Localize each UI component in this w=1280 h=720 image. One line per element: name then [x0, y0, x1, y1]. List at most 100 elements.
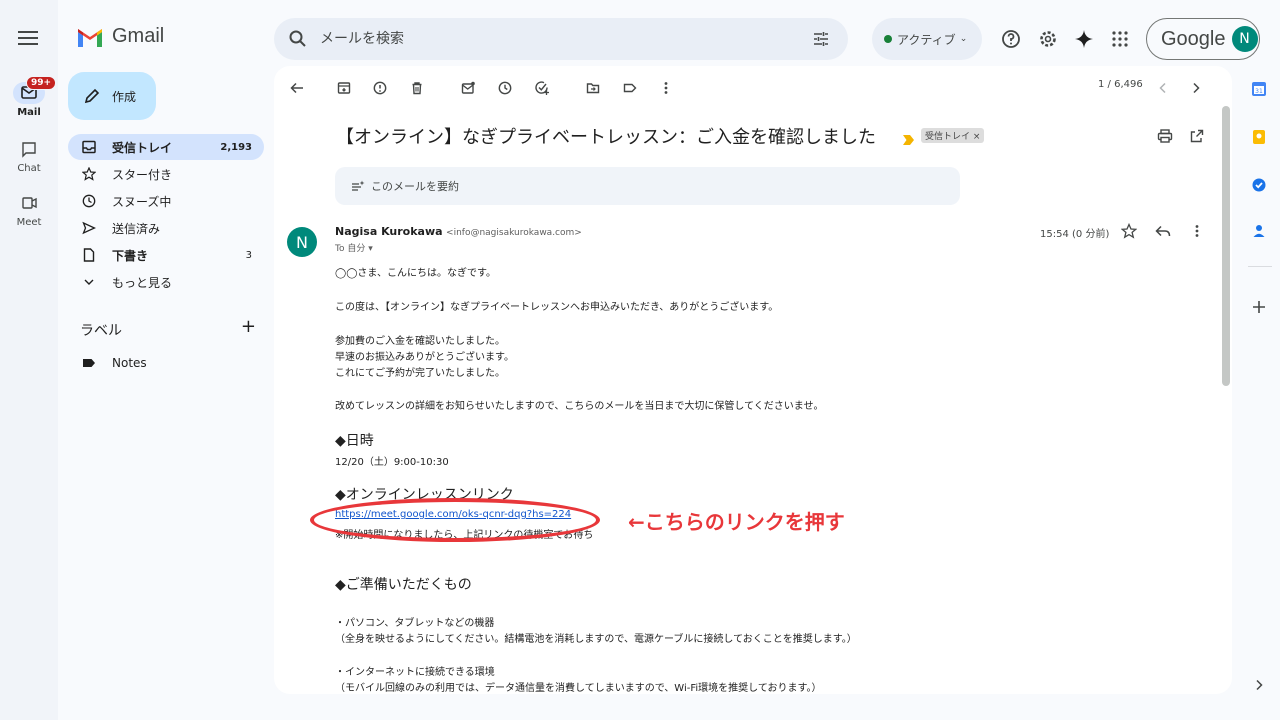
rail-item-chat[interactable]: Chat: [0, 138, 58, 174]
delete-trash-icon[interactable]: [408, 79, 426, 97]
unread-badge: 99+: [26, 76, 57, 90]
gemini-sparkle-icon[interactable]: [1072, 27, 1096, 51]
sidebar-item-label: 受信トレイ: [112, 140, 173, 155]
search-bar[interactable]: [274, 18, 848, 60]
account-switcher[interactable]: Google N: [1146, 18, 1260, 60]
sidebar-item-drafts[interactable]: 下書き 3: [68, 242, 264, 268]
compose-button[interactable]: 作成: [68, 72, 156, 120]
sidebar-label-notes[interactable]: Notes: [68, 350, 264, 376]
importance-marker-icon[interactable]: [903, 130, 915, 149]
add-task-icon[interactable]: [533, 79, 551, 97]
sidebar-item-more[interactable]: もっと見る: [68, 269, 264, 295]
keep-notes-icon[interactable]: [1250, 128, 1268, 146]
prep-item: ・インターネットに接続できる環境: [335, 667, 495, 678]
status-label: アクティブ: [897, 32, 956, 47]
pagination-count: 1 / 6,496: [1098, 79, 1143, 90]
draft-file-icon: [82, 248, 96, 262]
recipient-dropdown[interactable]: To 自分 ▾: [335, 241, 373, 254]
reply-icon[interactable]: [1154, 222, 1172, 240]
chat-icon: [13, 138, 45, 160]
older-chevron-right-icon[interactable]: [1187, 79, 1205, 97]
inbox-label-chip[interactable]: 受信トレイ ×: [921, 128, 985, 143]
open-new-window-icon[interactable]: [1188, 127, 1206, 145]
rail-label-chat: Chat: [17, 163, 41, 174]
archive-icon[interactable]: [335, 79, 353, 97]
drafts-count: 3: [245, 249, 252, 261]
back-arrow-icon[interactable]: [288, 79, 306, 97]
mark-unread-icon[interactable]: [459, 79, 477, 97]
compose-label: 作成: [112, 89, 137, 104]
expand-panel-chevron-icon[interactable]: [1250, 676, 1268, 694]
prep-note: （全身を映せるようにしてください。結構電池を消耗しますので、電源ケーブルに接続し…: [335, 634, 857, 645]
sender-line: Nagisa Kurokawa <info@nagisakurokawa.com…: [335, 225, 582, 238]
annotation-highlight-ellipse: [310, 498, 600, 542]
annotation-instruction: ←こちらのリンクを押す: [628, 510, 845, 534]
star-icon[interactable]: [1120, 222, 1138, 240]
rail-label-mail: Mail: [17, 107, 41, 118]
label-tag-icon: [82, 356, 96, 370]
summarize-label: このメールを要約: [371, 180, 459, 193]
add-addon-plus-icon[interactable]: [1250, 298, 1268, 316]
more-vertical-icon[interactable]: [1188, 222, 1206, 240]
inbox-icon: [82, 140, 96, 154]
search-input[interactable]: [320, 28, 760, 50]
email-subject: 【オンライン】なぎプライベートレッスン：ご入金を確認しました: [336, 127, 876, 148]
move-to-folder-icon[interactable]: [584, 79, 602, 97]
body-greeting: ◯◯さま、こんにちは。なぎです。: [335, 268, 496, 279]
video-camera-icon: [13, 192, 45, 214]
search-icon[interactable]: [288, 29, 308, 53]
lesson-date: 12/20（土）9:00-10:30: [335, 457, 449, 468]
side-panel: 31: [1240, 66, 1280, 720]
add-label-button[interactable]: +: [241, 318, 256, 340]
summarize-email-button[interactable]: このメールを要約: [335, 167, 960, 205]
star-icon: [82, 167, 96, 181]
search-options-icon[interactable]: [812, 30, 830, 52]
more-vertical-icon[interactable]: [657, 79, 675, 97]
email-timestamp: 15:54 (0 分前): [1040, 229, 1110, 240]
rail-item-meet[interactable]: Meet: [0, 192, 58, 228]
body-paragraph: これにてご予約が完了いたしました。: [335, 368, 505, 379]
email-view: 1 / 6,496 【オンライン】なぎプライベートレッスン：ご入金を確認しました…: [274, 66, 1232, 694]
send-icon: [82, 221, 96, 235]
sidebar-item-starred[interactable]: スター付き: [68, 161, 264, 187]
body-paragraph: この度は、【オンライン】なぎプライベートレッスンへお申込みいただき、ありがとうご…: [335, 302, 779, 313]
sidebar-item-label: Notes: [112, 356, 147, 370]
email-scrollbar[interactable]: [1222, 106, 1230, 386]
chevron-down-icon: [82, 275, 96, 289]
sender-avatar[interactable]: N: [287, 227, 317, 257]
print-icon[interactable]: [1156, 127, 1174, 145]
rail-label-meet: Meet: [16, 217, 42, 228]
inbox-count: 2,193: [220, 141, 252, 153]
report-spam-icon[interactable]: [371, 79, 389, 97]
sender-name[interactable]: Nagisa Kurokawa: [335, 225, 443, 238]
summarize-sparkle-icon: [352, 180, 365, 191]
contacts-icon[interactable]: [1250, 222, 1268, 240]
sidebar-item-snoozed[interactable]: スヌーズ中: [68, 188, 264, 214]
sidebar-item-label: スヌーズ中: [112, 194, 172, 209]
panel-divider: [1248, 266, 1272, 267]
sidebar-item-label: 下書き: [112, 248, 149, 263]
sidebar-item-sent[interactable]: 送信済み: [68, 215, 264, 241]
prep-item: ・パソコン、タブレットなどの機器: [335, 618, 495, 629]
newer-chevron-left-icon[interactable]: [1154, 79, 1172, 97]
body-paragraph: 改めてレッスンの詳細をお知らせいたしますので、こちらのメールを当日まで大切に保管…: [335, 401, 824, 412]
tasks-icon[interactable]: [1250, 176, 1268, 194]
calendar-icon[interactable]: 31: [1250, 80, 1268, 98]
label-icon[interactable]: [621, 79, 639, 97]
body-paragraph: 早速のお振込みありがとうございます。: [335, 352, 514, 363]
sidebar-item-inbox[interactable]: 受信トレイ 2,193: [68, 134, 264, 160]
apps-grid-icon[interactable]: [1108, 27, 1132, 51]
body-paragraph: 参加費のご入金を確認いたしました。: [335, 336, 505, 347]
chevron-down-icon: ⌄: [959, 34, 968, 44]
gmail-m-icon: [78, 28, 102, 47]
section-heading-prep: ◆ご準備いただくもの: [335, 577, 472, 593]
status-dot: [884, 35, 892, 43]
settings-gear-icon[interactable]: [1036, 27, 1060, 51]
snooze-clock-icon[interactable]: [496, 79, 514, 97]
sidebar-item-label: もっと見る: [112, 275, 173, 290]
main-menu-icon[interactable]: [18, 28, 38, 48]
help-icon[interactable]: [999, 27, 1023, 51]
status-selector[interactable]: アクティブ ⌄: [872, 18, 982, 60]
account-avatar: N: [1231, 26, 1258, 52]
gmail-logo[interactable]: Gmail: [76, 25, 164, 48]
